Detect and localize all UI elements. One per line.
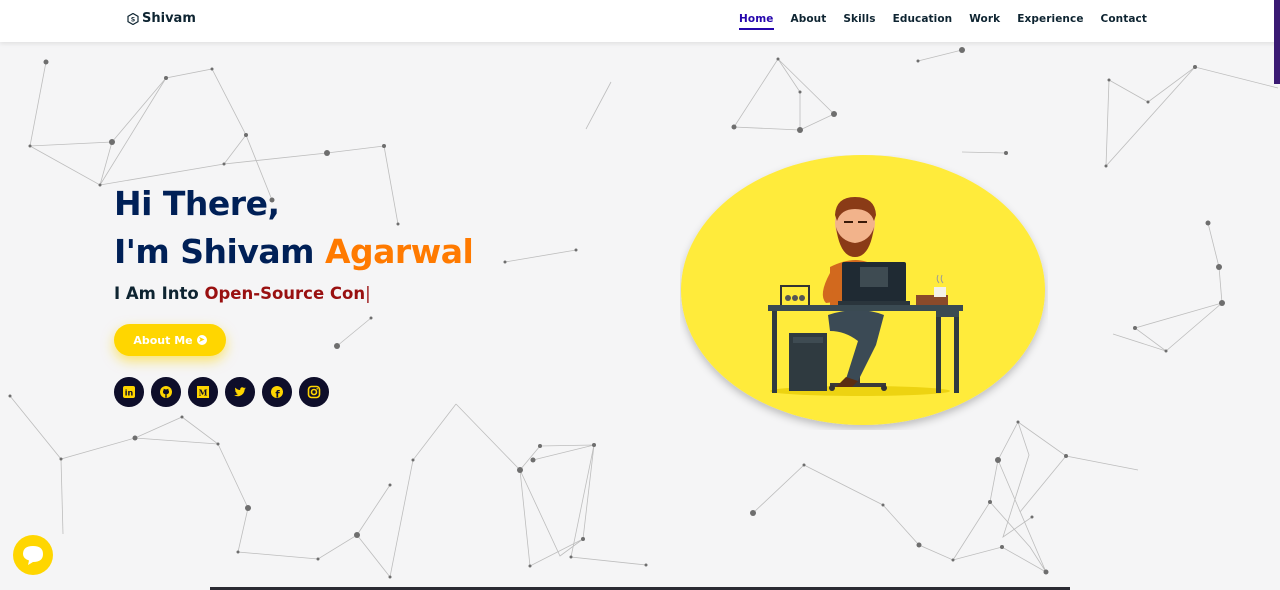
linkedin-icon: in — [122, 385, 135, 398]
svg-text:S: S — [131, 16, 135, 23]
svg-text:in: in — [125, 388, 134, 397]
linkedin-link[interactable]: in — [114, 377, 144, 407]
github-icon — [159, 385, 172, 398]
social-links: in M f — [114, 377, 329, 407]
medium-link[interactable]: M — [188, 377, 218, 407]
particles-background — [8, 47, 1279, 579]
hero-text: Hi There, I'm Shivam Agarwal I Am Into O… — [114, 180, 474, 303]
facebook-icon: f — [270, 385, 283, 399]
scrollbar[interactable] — [1274, 0, 1280, 84]
nav-about[interactable]: About — [791, 13, 827, 30]
nav-home[interactable]: Home — [739, 13, 774, 30]
hero-name: I'm Shivam Agarwal — [114, 228, 474, 276]
instagram-icon — [307, 385, 321, 399]
hero-name-surname: Agarwal — [325, 232, 474, 271]
typed-cursor: | — [365, 284, 371, 303]
chat-bubble-icon — [23, 546, 43, 565]
nav-contact[interactable]: Contact — [1101, 13, 1147, 30]
about-me-button[interactable]: About Me ➤ — [114, 324, 226, 356]
arrow-circle-icon: ➤ — [196, 335, 207, 345]
chat-button[interactable] — [13, 535, 53, 575]
nav-education[interactable]: Education — [893, 13, 953, 30]
medium-icon: M — [196, 385, 209, 398]
typed-prefix: I Am Into — [114, 284, 199, 303]
hero-name-intro: I'm Shivam — [114, 232, 315, 271]
github-link[interactable] — [151, 377, 181, 407]
about-me-label: About Me — [133, 333, 193, 347]
developer-illustration — [681, 155, 1045, 425]
logo-mark-icon: S — [127, 12, 139, 25]
facebook-link[interactable]: f — [262, 377, 292, 407]
header: S Shivam Home About Skills Education Wor… — [0, 0, 1280, 42]
logo-text: Shivam — [142, 11, 196, 26]
typed-text: Open-Source Con — [204, 284, 366, 303]
twitter-link[interactable] — [225, 377, 255, 407]
hero-image — [680, 155, 1048, 430]
logo[interactable]: S Shivam — [127, 11, 196, 26]
svg-text:M: M — [198, 387, 207, 397]
main-nav: Home About Skills Education Work Experie… — [739, 13, 1147, 30]
typed-line: I Am Into Open-Source Con| — [114, 284, 473, 303]
instagram-link[interactable] — [299, 377, 329, 407]
svg-text:f: f — [275, 389, 280, 399]
hero-greeting: Hi There, — [114, 184, 280, 223]
nav-work[interactable]: Work — [969, 13, 1000, 30]
nav-skills[interactable]: Skills — [843, 13, 875, 30]
twitter-icon — [233, 386, 246, 397]
nav-experience[interactable]: Experience — [1017, 13, 1083, 30]
